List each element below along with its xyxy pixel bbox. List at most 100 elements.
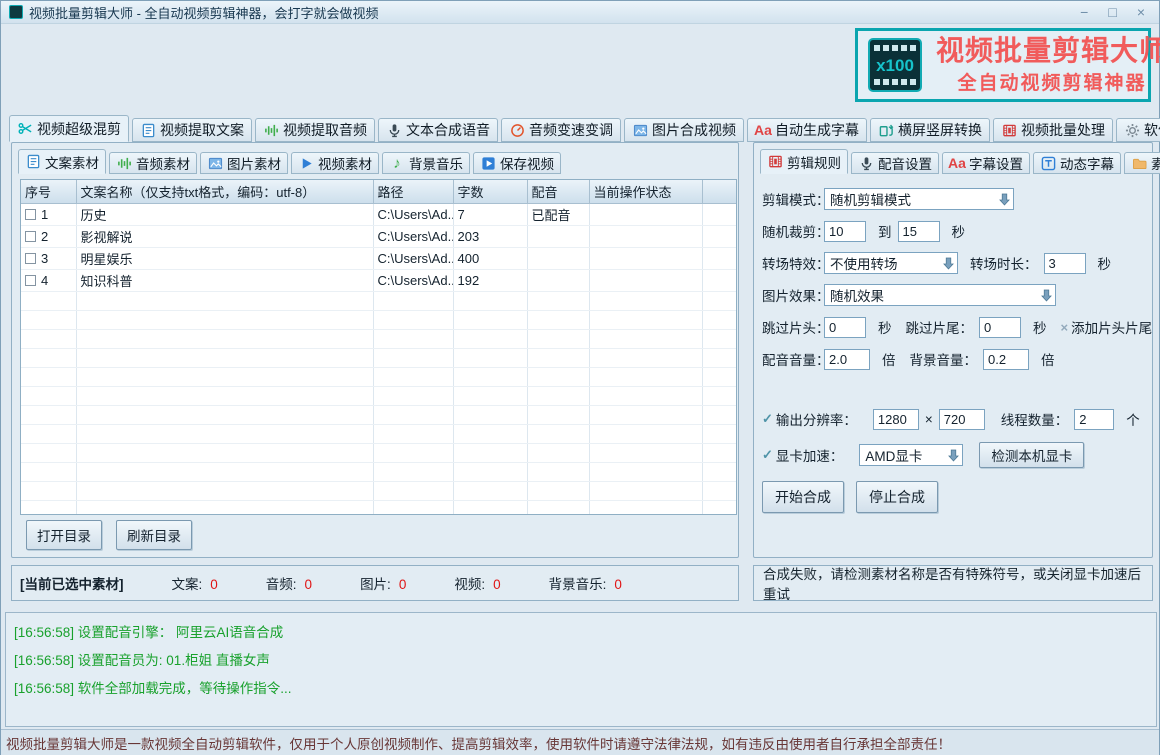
tab-label: 背景音乐 [409, 153, 463, 173]
seconds-unit: 秒 [1098, 253, 1112, 273]
clip-mode-select[interactable]: 随机剪辑模式 [824, 188, 1014, 210]
maximize-button[interactable]: □ [1108, 4, 1116, 20]
image-icon [632, 122, 648, 138]
app-icon [9, 5, 23, 19]
selected-count-label: 音频: [266, 577, 297, 592]
material-tab-bg-music[interactable]: ♪背景音乐 [382, 152, 470, 174]
row-checkbox[interactable] [25, 253, 36, 264]
material-tab-save-video[interactable]: 保存视频 [473, 152, 561, 174]
film-sprockets [874, 45, 916, 51]
log-line: [16:56:58] 设置配音引擎： 阿里云AI语音合成 [14, 619, 1148, 647]
open-directory-button[interactable]: 打开目录 [26, 520, 102, 550]
image-effect-select[interactable]: 随机效果 [824, 284, 1056, 306]
row-checkbox[interactable] [25, 231, 36, 242]
seconds-unit: 秒 [1033, 317, 1047, 337]
log-output: [16:56:58] 设置配音引擎： 阿里云AI语音合成[16:56:58] 设… [5, 612, 1157, 727]
main-tab-extract-text[interactable]: 视频提取文案 [132, 118, 252, 142]
rules-tab-bar: 剪辑规则配音设置Aa字幕设置动态字幕 素材目录 [760, 147, 1160, 174]
voice-volume-input[interactable] [824, 349, 870, 370]
main-tab-settings[interactable]: 软件参数设置 [1116, 118, 1160, 142]
rules-tab-dynamic-subtitle[interactable]: 动态字幕 [1033, 152, 1121, 174]
main-tab-audio-speed[interactable]: 音频变速变调 [501, 118, 621, 142]
title-bar: 视频批量剪辑大师 - 全自动视频剪辑神器，会打字就会做视频 − □ × [1, 1, 1159, 24]
log-line: [16:56:58] 软件全部加载完成，等待操作指令... [14, 675, 1148, 703]
table-header-cell: 路径 [373, 180, 453, 204]
refresh-directory-button[interactable]: 刷新目录 [116, 520, 192, 550]
table-row-empty [21, 444, 737, 463]
main-tab-super-mix[interactable]: 视频超级混剪 [9, 115, 129, 142]
material-tab-bar: 文案素材 音频素材图片素材视频素材♪背景音乐保存视频 [18, 147, 564, 174]
app-window: { "window": { "title": "视频批量剪辑大师 - 全自动视频… [0, 0, 1160, 755]
selected-count-item: 背景音乐:0 [549, 573, 622, 593]
material-tab-text-material[interactable]: 文案素材 [18, 149, 106, 174]
main-tab-batch-process[interactable]: 视频批量处理 [993, 118, 1113, 142]
film-sprockets [874, 79, 916, 85]
table-cell-no: 2 [21, 226, 76, 248]
gpu-accel-checkbox[interactable]: ✓ 显卡加速： [762, 445, 843, 465]
selected-count-item: 文案:0 [172, 573, 218, 593]
close-button[interactable]: × [1137, 4, 1145, 20]
tab-label: 视频超级混剪 [37, 119, 121, 139]
table-cell-voice: 已配音 [527, 204, 589, 226]
skip-head-input[interactable] [824, 317, 866, 338]
crop-to-input[interactable] [898, 221, 940, 242]
resolution-label: 输出分辨率： [776, 409, 857, 429]
table-row-empty [21, 406, 737, 425]
log-line: [16:56:58] 设置配音员为: 01.柜姐 直播女声 [14, 647, 1148, 675]
minimize-button[interactable]: − [1080, 4, 1088, 20]
resolution-width-input[interactable] [873, 409, 919, 430]
table-row[interactable]: 4知识科普C:\Users\Ad...192 [21, 270, 737, 292]
clip-rules-panel: 剪辑规则配音设置Aa字幕设置动态字幕素材目录 剪辑模式： 随机剪辑模式 随机裁剪… [753, 142, 1153, 558]
bg-volume-input[interactable] [983, 349, 1029, 370]
threads-input[interactable] [1074, 409, 1114, 430]
mic-icon [858, 155, 874, 171]
table-cell-name: 历史 [76, 204, 373, 226]
tab-label: 音频素材 [136, 153, 190, 173]
aa-icon: Aa [755, 122, 771, 138]
start-synthesis-button[interactable]: 开始合成 [762, 481, 844, 513]
table-cell-words: 7 [453, 204, 527, 226]
rules-tab-voice-settings[interactable]: 配音设置 [851, 152, 939, 174]
main-tab-image-to-video[interactable]: 图片合成视频 [624, 118, 744, 142]
rules-tab-material-dir[interactable]: 素材目录 [1124, 152, 1160, 174]
tab-label: 素材目录 [1151, 153, 1160, 173]
rules-tab-subtitle-settings[interactable]: Aa字幕设置 [942, 152, 1030, 174]
film-badge-icon: x100 [868, 38, 922, 92]
row-checkbox[interactable] [25, 275, 36, 286]
material-tab-video-material[interactable]: 视频素材 [291, 152, 379, 174]
add-head-tail-toggle[interactable]: × 添加片头片尾 [1047, 317, 1153, 337]
row-checkbox[interactable] [25, 209, 36, 220]
resolution-checkbox[interactable]: ✓ 输出分辨率： [762, 409, 857, 429]
tab-label: 横屏竖屏转换 [898, 120, 982, 140]
rules-tab-clip-rules[interactable]: 剪辑规则 [760, 149, 848, 174]
crop-from-input[interactable] [824, 221, 866, 242]
transition-duration-label: 转场时长： [970, 253, 1038, 273]
main-tab-text-to-speech[interactable]: 文本合成语音 [378, 118, 498, 142]
table-row-empty [21, 463, 737, 482]
material-tab-audio-material[interactable]: 音频素材 [109, 152, 197, 174]
resolution-height-input[interactable] [939, 409, 985, 430]
table-cell-path: C:\Users\Ad... [373, 226, 453, 248]
main-tab-auto-subtitle[interactable]: Aa自动生成字幕 [747, 118, 867, 142]
table-row-empty [21, 368, 737, 387]
main-tab-extract-audio[interactable]: 视频提取音频 [255, 118, 375, 142]
gpu-select[interactable]: AMD显卡 [859, 444, 963, 466]
skip-tail-input[interactable] [979, 317, 1021, 338]
main-tab-orientation-convert[interactable]: 横屏竖屏转换 [870, 118, 990, 142]
stop-synthesis-button[interactable]: 停止合成 [856, 481, 938, 513]
table-row[interactable]: 2影视解说C:\Users\Ad...203 [21, 226, 737, 248]
transition-select[interactable]: 不使用转场 [824, 252, 958, 274]
seconds-unit: 秒 [952, 221, 966, 241]
transition-duration-input[interactable] [1044, 253, 1086, 274]
dropdown-arrow-icon [939, 257, 957, 270]
table-row[interactable]: 1历史C:\Users\Ad...7已配音 [21, 204, 737, 226]
selected-materials-bar: [当前已选中素材] 文案:0音频:0图片:0视频:0背景音乐:0 [11, 565, 739, 601]
material-tab-image-material[interactable]: 图片素材 [200, 152, 288, 174]
table-row[interactable]: 3明星娱乐C:\Users\Ad...400 [21, 248, 737, 270]
selected-count-label: 背景音乐: [549, 577, 607, 592]
detect-gpu-button[interactable]: 检测本机显卡 [979, 442, 1084, 468]
random-crop-label: 随机裁剪： [762, 221, 824, 241]
table-cell-status [589, 226, 702, 248]
folder-icon [1131, 155, 1147, 171]
logo-subtitle: 全自动视频剪辑神器 [936, 68, 1160, 95]
